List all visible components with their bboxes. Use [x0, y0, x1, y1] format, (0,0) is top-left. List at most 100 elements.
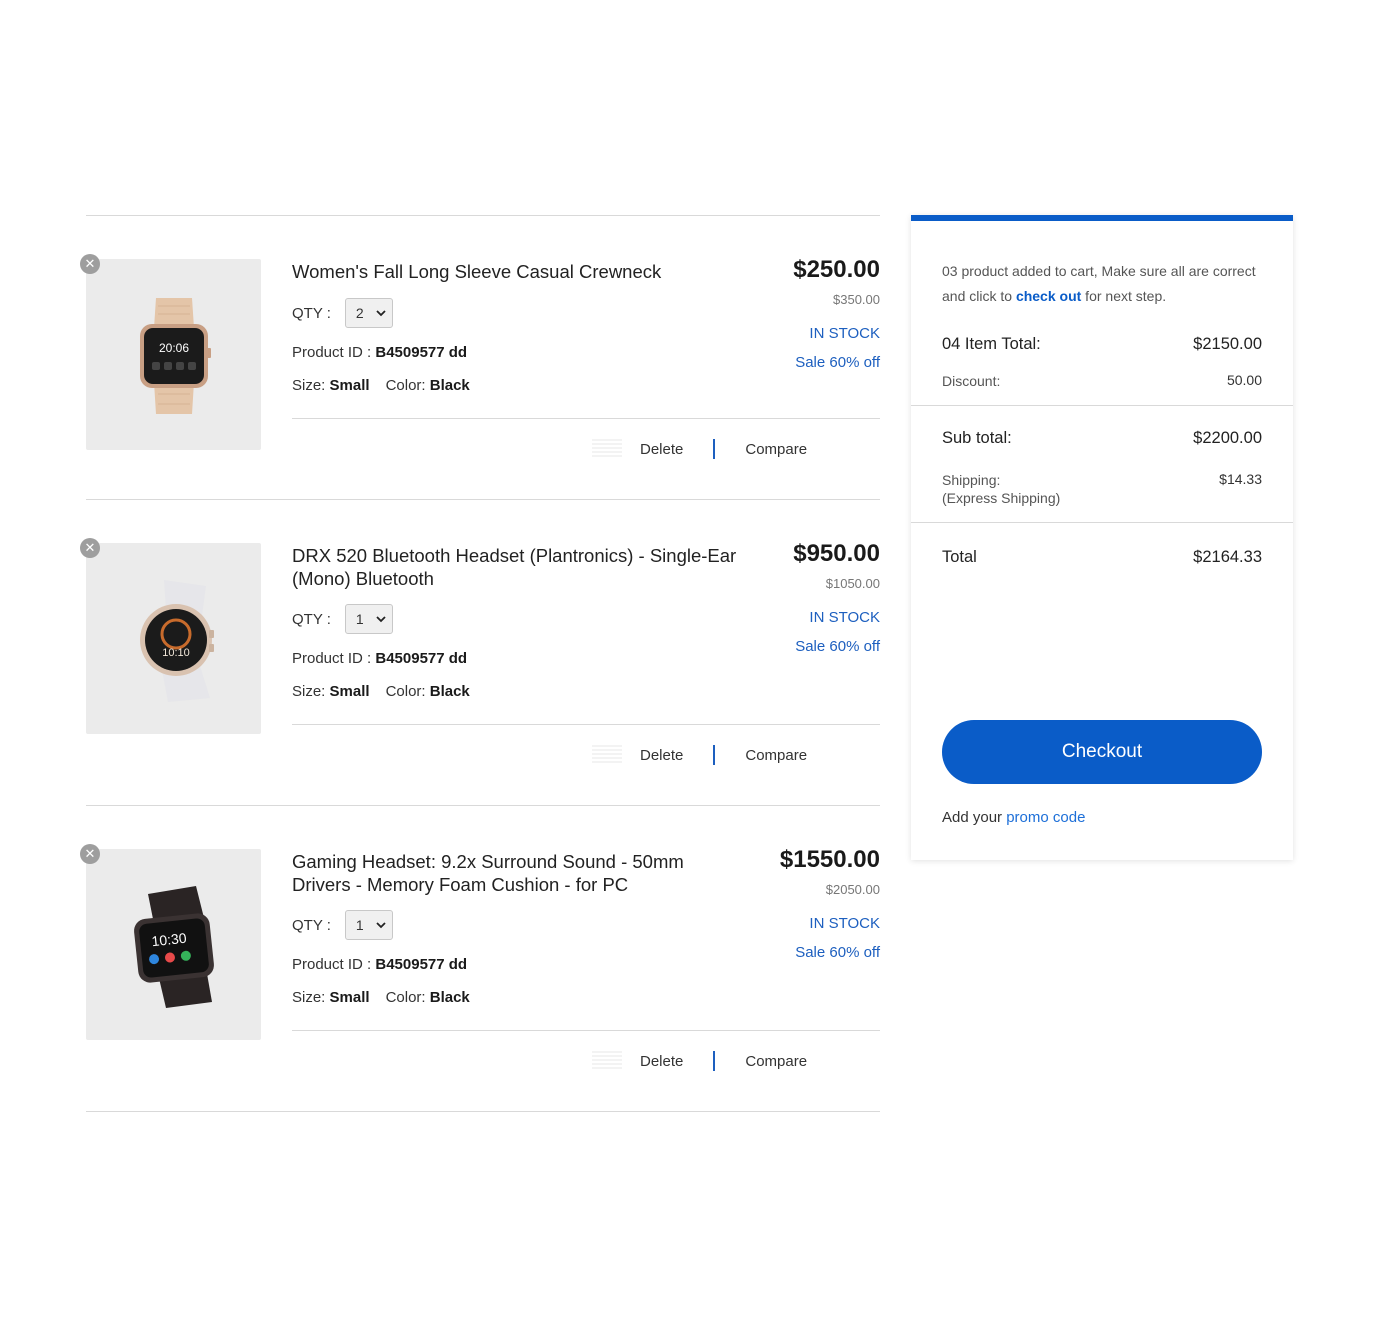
product-id-label: Product ID : — [292, 650, 372, 667]
smartwatch-image: 20:06 — [139, 297, 211, 414]
qty-select[interactable]: 1 — [344, 910, 393, 940]
product-id-value: B4509577 dd — [375, 344, 468, 361]
product-image[interactable]: 20:06 — [86, 259, 261, 450]
chevron-down-icon — [376, 922, 386, 929]
product-image[interactable]: 10:30 — [86, 849, 261, 1040]
product-price: $250.00 — [793, 256, 880, 283]
product-old-price: $350.00 — [833, 292, 880, 307]
product-title[interactable]: Women's Fall Long Sleeve Casual Crewneck — [292, 260, 742, 283]
remove-item-button[interactable]: ✕ — [80, 538, 100, 558]
divider — [713, 439, 716, 459]
item-actions: Delete Compare — [592, 439, 807, 459]
color-value: Black — [429, 683, 470, 700]
qty-label: QTY : — [292, 916, 331, 934]
subtotal-label: Sub total: — [942, 429, 1012, 447]
product-image[interactable]: 10:10 — [86, 543, 261, 734]
qty-select[interactable]: 2 — [344, 298, 393, 328]
subtotal-row: Sub total: $2200.00 — [942, 429, 1262, 448]
product-id-row: Product ID : B4509577 dd — [292, 956, 467, 973]
divider — [292, 418, 880, 419]
chevron-down-icon — [376, 616, 386, 623]
cart-list: ✕ 20:06 Women's Fall Long Sleeve Casual … — [80, 215, 880, 1112]
product-old-price: $1050.00 — [825, 576, 880, 591]
attributes-row: Size: Small Color: Black — [292, 377, 470, 394]
sale-badge: Sale 60% off — [795, 638, 880, 655]
shipping-label: Shipping: — [942, 472, 1001, 488]
shipping-method: (Express Shipping) — [942, 490, 1061, 506]
product-title[interactable]: Gaming Headset: 9.2x Surround Sound - 50… — [292, 850, 742, 896]
item-total-row: 04 Item Total: $2150.00 — [942, 335, 1262, 354]
qty-value: 2 — [355, 305, 364, 321]
promo-row: Add your promo code — [942, 809, 1085, 826]
stock-status: IN STOCK — [809, 915, 880, 932]
promo-code-link[interactable]: promo code — [1006, 809, 1085, 826]
qty-label: QTY : — [292, 610, 331, 628]
color-value: Black — [429, 989, 470, 1006]
placeholder-icon — [592, 745, 622, 765]
color-value: Black — [429, 377, 470, 394]
attributes-row: Size: Small Color: Black — [292, 683, 470, 700]
remove-item-button[interactable]: ✕ — [80, 254, 100, 274]
sale-badge: Sale 60% off — [795, 944, 880, 961]
shipping-label-group: Shipping: (Express Shipping) — [942, 471, 1060, 507]
watch-time: 20:06 — [158, 341, 188, 355]
item-total-label: 04 Item Total: — [942, 335, 1041, 353]
qty-label: QTY : — [292, 304, 331, 322]
total-row: Total $2164.33 — [942, 548, 1262, 567]
product-id-value: B4509577 dd — [375, 650, 468, 667]
product-id-row: Product ID : B4509577 dd — [292, 344, 467, 361]
product-id-value: B4509577 dd — [375, 956, 468, 973]
color-label: Color: — [385, 377, 426, 394]
product-title[interactable]: DRX 520 Bluetooth Headset (Plantronics) … — [292, 544, 742, 590]
remove-item-button[interactable]: ✕ — [80, 844, 100, 864]
delete-button[interactable]: Delete — [640, 1053, 683, 1070]
product-price: $1550.00 — [779, 846, 880, 873]
size-label: Size: — [292, 377, 326, 394]
total-label: Total — [942, 548, 977, 566]
close-icon: ✕ — [84, 540, 96, 555]
sale-badge: Sale 60% off — [795, 354, 880, 371]
placeholder-icon — [592, 1051, 622, 1071]
divider — [292, 724, 880, 725]
color-label: Color: — [385, 989, 426, 1006]
divider — [86, 1111, 880, 1112]
qty-select[interactable]: 1 — [344, 604, 393, 634]
product-price: $950.00 — [793, 540, 880, 567]
product-id-label: Product ID : — [292, 956, 372, 973]
qty-value: 1 — [355, 611, 364, 627]
watch-time: 10:10 — [162, 647, 190, 659]
order-summary: 03 product added to cart, Make sure all … — [911, 215, 1293, 860]
size-value: Small — [329, 989, 370, 1006]
delete-button[interactable]: Delete — [640, 747, 683, 764]
divider — [713, 1051, 716, 1071]
cart-item: ✕ 20:06 Women's Fall Long Sleeve Casual … — [80, 216, 880, 499]
compare-button[interactable]: Compare — [745, 747, 807, 764]
checkout-link[interactable]: check out — [1016, 288, 1081, 304]
product-old-price: $2050.00 — [825, 882, 880, 897]
cart-item: ✕ 10:10 DRX 520 Bluetooth Headset (Plant… — [80, 500, 880, 805]
qty-value: 1 — [355, 917, 364, 933]
size-value: Small — [329, 683, 370, 700]
divider — [911, 522, 1293, 523]
chevron-down-icon — [376, 310, 386, 317]
attributes-row: Size: Small Color: Black — [292, 989, 470, 1006]
color-label: Color: — [385, 683, 426, 700]
summary-note: 03 product added to cart, Make sure all … — [942, 259, 1272, 309]
total-value: $2164.33 — [1193, 548, 1262, 566]
divider — [292, 1030, 880, 1031]
cart-item: ✕ 10:30 Gaming Headset: 9.2x Surround So… — [80, 806, 880, 1111]
promo-text: Add your — [942, 809, 1007, 826]
divider — [911, 405, 1293, 406]
close-icon: ✕ — [84, 846, 96, 861]
smartwatch-image: 10:30 — [133, 885, 214, 1008]
discount-label: Discount: — [942, 373, 1001, 389]
delete-button[interactable]: Delete — [640, 441, 683, 458]
stock-status: IN STOCK — [809, 325, 880, 342]
shipping-row: Shipping: (Express Shipping) $14.33 — [942, 471, 1262, 507]
placeholder-icon — [592, 439, 622, 459]
summary-note-text: for next step. — [1081, 288, 1167, 304]
checkout-button[interactable]: Checkout — [942, 720, 1262, 784]
compare-button[interactable]: Compare — [745, 1053, 807, 1070]
qty-row: QTY : 1 — [292, 604, 393, 634]
compare-button[interactable]: Compare — [745, 441, 807, 458]
